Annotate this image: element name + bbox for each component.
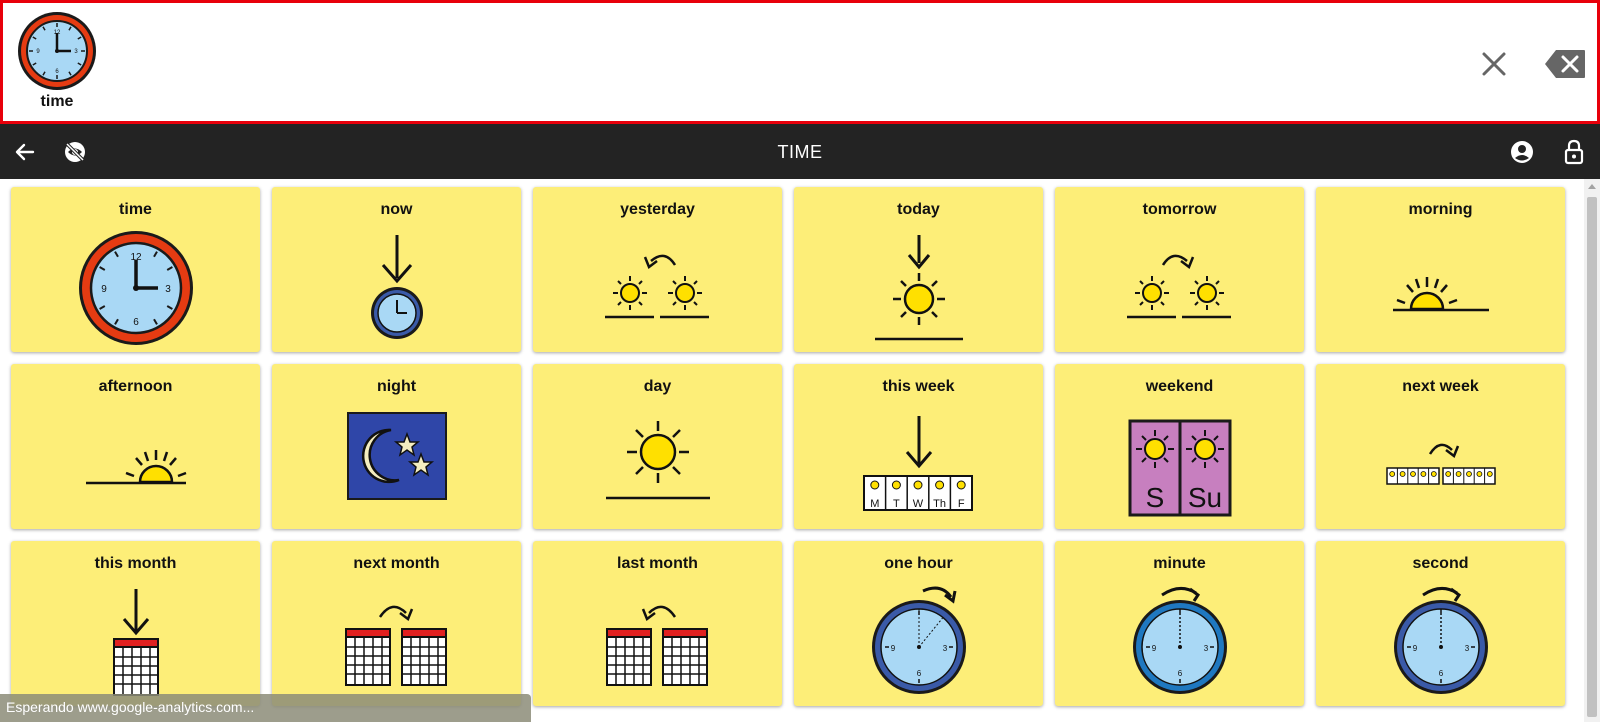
- lock-button[interactable]: [1560, 138, 1588, 166]
- tile-morning[interactable]: morning: [1316, 187, 1565, 352]
- tile-minute[interactable]: minute 3 6 9: [1055, 541, 1304, 706]
- clock-number: 6: [1438, 669, 1443, 678]
- tile-label: second: [1412, 555, 1469, 572]
- close-icon: [1482, 52, 1506, 76]
- symbol-grid: time 12 3 6 9 now yesterday today tomorr…: [0, 179, 1584, 722]
- clock-icon: 12 3 6 9: [78, 231, 193, 345]
- tile-label: minute: [1153, 555, 1206, 572]
- tomorrow-icon: [1126, 254, 1231, 319]
- hide-button[interactable]: [61, 138, 89, 166]
- clock-number: 3: [1464, 644, 1469, 653]
- this-month-icon: [112, 589, 159, 696]
- tile-label: this month: [94, 555, 177, 572]
- tile-label: today: [897, 201, 940, 218]
- tile-label: yesterday: [620, 201, 695, 218]
- tile-today[interactable]: today: [794, 187, 1043, 352]
- this-week-icon: M T W Th F: [862, 416, 973, 511]
- clock-number: 6: [1177, 669, 1182, 678]
- tile-now[interactable]: now: [272, 187, 521, 352]
- tile-weekend[interactable]: weekend S Su: [1055, 364, 1304, 529]
- tile-this-month[interactable]: this month: [11, 541, 260, 706]
- tile-night[interactable]: night: [272, 364, 521, 529]
- tile-next-week[interactable]: next week: [1316, 364, 1565, 529]
- weekend-day-label: S: [1145, 482, 1164, 513]
- weekday-label: M: [870, 498, 879, 510]
- clock-number: 9: [101, 284, 107, 295]
- weekend-icon: S Su: [1128, 419, 1231, 517]
- toolbar: TIME: [0, 124, 1600, 179]
- board-title: TIME: [777, 142, 823, 162]
- scrollbar[interactable]: [1584, 179, 1600, 722]
- now-icon: [370, 235, 423, 339]
- clock-icon: 12 3 6 9: [18, 12, 96, 90]
- tile-afternoon[interactable]: afternoon: [11, 364, 260, 529]
- clock-number: 6: [133, 317, 139, 328]
- night-icon: [346, 412, 447, 500]
- clock-number: 9: [1151, 644, 1156, 653]
- browser-status-text: Esperando www.google-analytics.com...: [0, 694, 531, 722]
- tile-label: one hour: [884, 555, 953, 572]
- account-circle-icon: [1511, 141, 1533, 163]
- tile-tomorrow[interactable]: tomorrow: [1055, 187, 1304, 352]
- account-button[interactable]: [1508, 138, 1536, 166]
- tile-label: next week: [1402, 378, 1479, 395]
- scrollbar-thumb[interactable]: [1587, 197, 1597, 717]
- output-bar: 12 3 6 9 time: [0, 0, 1600, 124]
- backspace-button[interactable]: [1544, 49, 1586, 79]
- tile-label: this week: [882, 378, 955, 395]
- clock-number: 3: [165, 284, 171, 295]
- back-button[interactable]: [11, 138, 39, 166]
- tile-last-month[interactable]: last month: [533, 541, 782, 706]
- minute-icon: 3 6 9: [1132, 587, 1227, 694]
- tile-yesterday[interactable]: yesterday: [533, 187, 782, 352]
- clock-number: 9: [890, 644, 895, 653]
- clock-number: 9: [1412, 644, 1417, 653]
- tile-label: last month: [617, 555, 698, 572]
- weekend-day-label: Su: [1187, 482, 1221, 513]
- tile-label: tomorrow: [1142, 201, 1217, 218]
- afternoon-icon: [85, 450, 186, 485]
- weekday-label: Th: [933, 498, 946, 510]
- tile-label: afternoon: [98, 378, 173, 395]
- yesterday-icon: [604, 254, 709, 319]
- output-symbol-label: time: [40, 93, 74, 110]
- tile-label: morning: [1408, 201, 1473, 218]
- tile-next-month[interactable]: next month: [272, 541, 521, 706]
- last-month-icon: [605, 605, 708, 686]
- day-icon: [605, 421, 710, 500]
- scroll-up-arrow-icon[interactable]: [1588, 184, 1596, 189]
- tile-label: next month: [353, 555, 440, 572]
- weekday-label: W: [912, 498, 923, 510]
- weekday-label: T: [893, 498, 900, 510]
- tile-label: day: [643, 378, 672, 395]
- next-month-icon: [344, 605, 447, 686]
- clock-number: 3: [1203, 644, 1208, 653]
- clock-number: 6: [916, 669, 921, 678]
- clock-number: 3: [942, 644, 947, 653]
- backspace-icon: [1545, 50, 1585, 78]
- tile-second[interactable]: second 3 6 9: [1316, 541, 1565, 706]
- tile-one-hour[interactable]: one hour 3 6 9: [794, 541, 1043, 706]
- next-week-icon: [1385, 443, 1496, 485]
- eye-off-icon: [65, 142, 85, 162]
- morning-icon: [1392, 277, 1489, 312]
- tile-label: weekend: [1145, 378, 1214, 395]
- tile-label: time: [119, 201, 152, 218]
- tile-day[interactable]: day: [533, 364, 782, 529]
- today-icon: [874, 235, 963, 341]
- lock-icon: [1564, 139, 1584, 165]
- tile-label: night: [376, 378, 417, 395]
- output-symbol[interactable]: 12 3 6 9 time: [15, 11, 99, 111]
- tile-label: now: [380, 201, 413, 218]
- weekday-label: F: [957, 498, 964, 510]
- second-icon: 3 6 9: [1393, 587, 1488, 694]
- one-hour-icon: 3 6 9: [871, 586, 966, 694]
- arrow-left-icon: [15, 143, 35, 161]
- tile-this-week[interactable]: this week M T W Th F: [794, 364, 1043, 529]
- tile-time[interactable]: time 12 3 6 9: [11, 187, 260, 352]
- clear-button[interactable]: [1477, 47, 1511, 81]
